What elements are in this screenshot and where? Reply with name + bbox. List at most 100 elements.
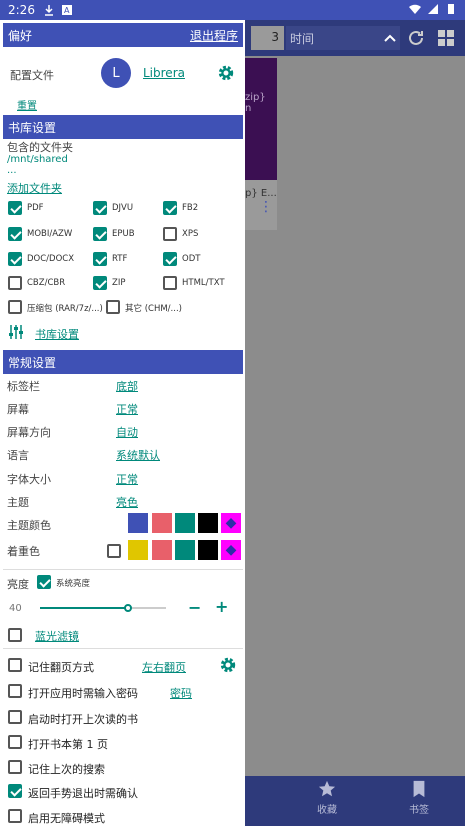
signal-icon xyxy=(428,4,438,14)
format-label: CBZ/CBR xyxy=(27,278,66,288)
profile-name-link[interactable]: Librera xyxy=(143,66,185,80)
folders-label: 包含的文件夹 xyxy=(7,141,73,154)
status-bar: 2:26 A xyxy=(0,0,465,20)
setting-value-link[interactable]: 自动 xyxy=(116,424,138,440)
option-checkbox[interactable] xyxy=(8,658,22,672)
setting-value-link[interactable]: 系统默认 xyxy=(116,447,160,463)
bg-card-sub: n xyxy=(245,103,252,114)
brightness-minus-button[interactable]: − xyxy=(188,598,201,617)
exit-app-link[interactable]: 退出程序 xyxy=(190,27,238,44)
drawer-title-bar: 偏好 退出程序 xyxy=(3,23,243,47)
format-label: PDF xyxy=(27,203,44,213)
option-label: 打开应用时需输入密码 xyxy=(28,687,138,700)
option-label: 返回手势退出时需确认 xyxy=(28,787,138,800)
color-swatch[interactable]: ◆ xyxy=(221,540,241,560)
setting-value-link[interactable]: 正常 xyxy=(116,401,138,417)
color-swatch[interactable] xyxy=(198,513,218,533)
option-link[interactable]: 左右翻页 xyxy=(142,659,186,675)
star-icon xyxy=(318,780,336,797)
option-checkbox[interactable] xyxy=(8,735,22,749)
format-checkbox[interactable] xyxy=(106,300,120,314)
library-settings-link[interactable]: 书库设置 xyxy=(35,326,79,342)
format-checkbox[interactable] xyxy=(93,201,107,215)
slider-fill xyxy=(40,607,129,609)
format-label: XPS xyxy=(182,229,199,239)
color-swatch[interactable] xyxy=(128,513,148,533)
format-checkbox[interactable] xyxy=(163,227,177,241)
setting-label: 语言 xyxy=(7,449,29,462)
setting-value-link[interactable]: 正常 xyxy=(116,471,138,487)
blue-filter-link[interactable]: 蓝光滤镜 xyxy=(35,628,79,644)
format-checkbox[interactable] xyxy=(8,227,22,241)
format-checkbox[interactable] xyxy=(93,252,107,266)
brightness-slider[interactable] xyxy=(40,604,166,612)
color-swatch[interactable]: ◆ xyxy=(221,513,241,533)
format-checkbox[interactable] xyxy=(93,227,107,241)
brightness-label: 亮度 xyxy=(7,578,29,591)
format-label: FB2 xyxy=(182,203,199,213)
option-checkbox[interactable] xyxy=(8,710,22,724)
bg-bottom-tabs: 收藏 书签 xyxy=(245,776,465,826)
accent-custom-checkbox[interactable] xyxy=(107,544,121,558)
format-checkbox[interactable] xyxy=(163,201,177,215)
avatar[interactable]: L xyxy=(101,58,131,88)
setting-label: 主题 xyxy=(7,496,29,509)
add-folder-link[interactable]: 添加文件夹 xyxy=(7,180,62,196)
format-checkbox[interactable] xyxy=(8,201,22,215)
option-checkbox[interactable] xyxy=(8,760,22,774)
format-checkbox[interactable] xyxy=(8,300,22,314)
setting-label: 屏幕 xyxy=(7,403,29,416)
option-link[interactable]: 密码 xyxy=(170,685,192,701)
option-checkbox[interactable] xyxy=(8,784,22,798)
profile-label: 配置文件 xyxy=(10,69,54,82)
format-label: EPUB xyxy=(112,229,135,239)
format-checkbox[interactable] xyxy=(163,276,177,290)
gear-icon[interactable] xyxy=(217,64,235,82)
bg-tab-bookmarks: 书签 xyxy=(389,780,449,816)
format-checkbox[interactable] xyxy=(163,252,177,266)
bg-count: 3 xyxy=(251,26,284,50)
format-label: DOC/DOCX xyxy=(27,254,75,264)
color-swatch[interactable] xyxy=(198,540,218,560)
folder-path[interactable]: /mnt/shared xyxy=(7,154,68,165)
option-checkbox[interactable] xyxy=(8,809,22,823)
format-label: 压缩包 (RAR/7z/...) xyxy=(27,304,103,314)
tab-label: 收藏 xyxy=(317,805,337,816)
option-checkbox[interactable] xyxy=(8,684,22,698)
slider-thumb[interactable] xyxy=(124,604,133,612)
drawer-title: 偏好 xyxy=(8,28,33,43)
color-swatch[interactable] xyxy=(175,513,195,533)
color-swatch[interactable] xyxy=(152,513,172,533)
library-header-title: 书库设置 xyxy=(8,120,57,135)
setting-value-link[interactable]: 底部 xyxy=(116,378,138,394)
more-icon: ⋮ xyxy=(259,199,273,215)
download-icon xyxy=(44,5,53,16)
divider xyxy=(3,648,243,649)
setting-label: 屏幕方向 xyxy=(7,426,51,439)
option-label: 启用无障碍模式 xyxy=(28,812,105,825)
brightness-plus-button[interactable]: + xyxy=(215,597,228,616)
battery-icon xyxy=(448,4,454,14)
gear-icon[interactable] xyxy=(219,656,237,674)
theme-color-label: 主题颜色 xyxy=(7,519,51,532)
setting-label: 字体大小 xyxy=(7,473,51,486)
app-notification-icon: A xyxy=(61,5,72,15)
bg-tab-favorites: 收藏 xyxy=(297,780,357,816)
blue-filter-checkbox[interactable] xyxy=(8,628,22,642)
option-label: 记住翻页方式 xyxy=(28,661,94,674)
bg-card-label: p} E... xyxy=(245,188,277,199)
color-swatch[interactable] xyxy=(128,540,148,560)
format-label: HTML/TXT xyxy=(182,278,225,288)
preferences-drawer: 偏好 退出程序 配置文件 L Librera 重置 书库设置 包含的文件夹 /m… xyxy=(0,20,245,826)
format-checkbox[interactable] xyxy=(8,276,22,290)
color-swatch[interactable] xyxy=(175,540,195,560)
system-brightness-checkbox[interactable] xyxy=(37,575,51,589)
status-time: 2:26 xyxy=(8,3,35,17)
color-swatch[interactable] xyxy=(152,540,172,560)
brightness-value: 40 xyxy=(9,603,22,614)
format-checkbox[interactable] xyxy=(93,276,107,290)
setting-value-link[interactable]: 亮色 xyxy=(116,494,138,510)
bg-book-cover: zip} n xyxy=(245,58,277,180)
reset-link[interactable]: 重置 xyxy=(17,97,37,112)
format-checkbox[interactable] xyxy=(8,252,22,266)
